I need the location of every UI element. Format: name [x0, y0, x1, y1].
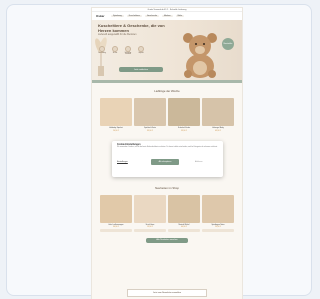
cookie-deny-button[interactable]: Ablehnen: [195, 161, 203, 163]
product-image[interactable]: [134, 98, 166, 126]
usp-label: Geprüft: [138, 52, 144, 54]
usp-label: Sicher: [112, 52, 118, 54]
product-card[interactable]: Strick Hase 19,90 €: [134, 194, 166, 232]
usp-label: Nachhaltig: [98, 52, 106, 54]
usp-item: Schneller Versand: [124, 46, 132, 55]
product-price: 19,90 €: [147, 226, 153, 228]
check-icon: [138, 46, 144, 52]
site-logo[interactable]: Oskar: [96, 14, 108, 18]
pampas-grass-image: [95, 37, 107, 76]
product-grid: Holzbaby Spielset 24,90 € Spieltisch Nat…: [98, 98, 236, 132]
product-card[interactable]: Spielbogen Natur 29,90 €: [202, 194, 234, 232]
hero-cta-button[interactable]: Jetzt entdecken: [119, 67, 163, 72]
product-image[interactable]: [168, 194, 200, 223]
hero-banner: Kuscheltiere & Geschenke, die von Herzen…: [92, 20, 242, 80]
usp-item: Geprüft: [137, 46, 145, 55]
product-price: 44,90 €: [181, 226, 187, 228]
product-price: 24,90 €: [113, 129, 119, 132]
nav-item[interactable]: Marken: [161, 15, 173, 17]
product-card[interactable]: Schaukel Kinder 59,90 €: [168, 98, 200, 132]
leaf-icon: [99, 46, 105, 52]
main-nav: Spielzeug Kuscheltiere Geschenke Marken …: [111, 15, 185, 17]
announcement-text: Gratis Versand ab 49 € · Schnelle Liefer…: [147, 8, 187, 11]
product-price: 59,90 €: [181, 129, 187, 132]
newsletter-banner[interactable]: Jetzt zum Newsletter anmelden: [127, 289, 207, 297]
product-grid: Holz Lauflernwagen 34,90 € Strick Hase 1…: [98, 194, 236, 232]
website-preview: Gratis Versand ab 49 € · Schnelle Liefer…: [92, 8, 242, 299]
product-image[interactable]: [100, 194, 132, 223]
nav-item[interactable]: Geschenke: [144, 15, 159, 17]
product-card[interactable]: Motorik Würfel 44,90 €: [168, 194, 200, 232]
product-image[interactable]: [202, 194, 234, 223]
product-image[interactable]: [202, 98, 234, 126]
section-title: Lieblinge der Woche: [154, 89, 180, 93]
cookie-accept-button[interactable]: Alle akzeptieren: [151, 159, 179, 165]
product-image[interactable]: [168, 98, 200, 126]
product-card[interactable]: Holzbaby Spielset 24,90 €: [100, 98, 132, 132]
cookie-actions: Einstellungen Alle akzeptieren Ablehnen: [117, 159, 218, 165]
hero-subtitle: Liebevoll ausgewählt für die Kleinsten: [98, 34, 137, 36]
hero-title: Kuscheltiere & Geschenke, die von Herzen…: [98, 23, 165, 33]
product-image[interactable]: [134, 194, 166, 223]
nav-item[interactable]: Spielzeug: [111, 15, 124, 17]
usp-item: Nachhaltig: [98, 46, 106, 55]
usp-list: Nachhaltig Sicher Schneller Versand Gepr…: [98, 46, 145, 55]
cookie-title: Cookie-Einstellungen: [117, 144, 141, 146]
new-products-section: Neuheiten im Shop Holz Lauflernwagen 34,…: [92, 180, 242, 243]
product-price: 29,90 €: [215, 226, 221, 228]
section-title: Neuheiten im Shop: [155, 185, 179, 190]
cookie-text: Wir verwenden Cookies, um dir das beste …: [117, 147, 218, 148]
bestseller-badge: Bestseller: [222, 38, 234, 50]
add-to-cart-button[interactable]: [202, 229, 234, 232]
product-price: 49,90 €: [215, 129, 221, 132]
product-card[interactable]: Holzregal Baby 49,90 €: [202, 98, 234, 132]
teddy-bear-image: [183, 33, 217, 78]
product-card[interactable]: Spieltisch Natur 39,90 €: [134, 98, 166, 132]
product-price: 34,90 €: [113, 226, 119, 228]
usp-label: Schneller Versand: [124, 52, 132, 55]
add-to-cart-button[interactable]: [100, 229, 132, 232]
shield-icon: [112, 46, 118, 52]
add-to-cart-button[interactable]: [134, 229, 166, 232]
nav-item[interactable]: Mehr: [175, 15, 185, 17]
product-image[interactable]: [100, 98, 132, 126]
nav-item[interactable]: Kuscheltiere: [126, 15, 142, 17]
popular-products-section: Lieblinge der Woche Holzbaby Spielset 24…: [92, 83, 242, 132]
add-to-cart-button[interactable]: [168, 229, 200, 232]
product-price: 39,90 €: [147, 129, 153, 132]
product-card[interactable]: Holz Lauflernwagen 34,90 €: [100, 194, 132, 232]
cookie-consent-dialog: Cookie-Einstellungen Wir verwenden Cooki…: [112, 141, 223, 177]
usp-item: Sicher: [111, 46, 119, 55]
site-header: Oskar Spielzeug Kuscheltiere Geschenke M…: [92, 12, 242, 20]
cookie-settings-link[interactable]: Einstellungen: [117, 161, 139, 163]
truck-icon: [125, 46, 131, 52]
view-all-new-button[interactable]: Alle Neuheiten ansehen: [146, 237, 188, 243]
